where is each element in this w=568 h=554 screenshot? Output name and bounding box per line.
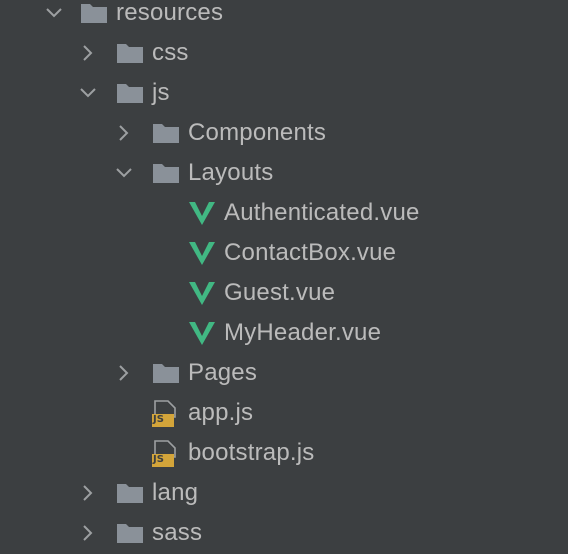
folder-icon (116, 520, 144, 546)
vue-file-icon (188, 320, 216, 346)
tree-node-label: Components (188, 119, 327, 146)
vue-file-icon (188, 280, 216, 306)
chevron-down-icon[interactable] (44, 3, 64, 23)
tree-node-components[interactable]: Components (0, 113, 568, 153)
tree-node-label: lang (152, 479, 199, 506)
chevron-right-icon[interactable] (78, 43, 98, 63)
chevron-down-icon[interactable] (114, 163, 134, 183)
tree-node-label: ContactBox.vue (224, 239, 397, 266)
js-badge-text: JS (153, 454, 164, 465)
tree-node-contactbox-vue[interactable]: ContactBox.vue (0, 233, 568, 273)
tree-node-label: Pages (188, 359, 258, 386)
tree-node-label: app.js (188, 399, 254, 426)
folder-icon (116, 40, 144, 66)
tree-node-label: resources (116, 0, 224, 26)
project-tree: resources css js Components Layouts Auth… (0, 0, 568, 554)
tree-node-myheader-vue[interactable]: MyHeader.vue (0, 313, 568, 353)
tree-node-bootstrap-js[interactable]: JS bootstrap.js (0, 433, 568, 473)
js-badge-text: JS (153, 414, 164, 425)
folder-icon (80, 0, 108, 26)
tree-node-js[interactable]: js (0, 73, 568, 113)
tree-node-label: Authenticated.vue (224, 199, 420, 226)
tree-node-css[interactable]: css (0, 33, 568, 73)
vue-file-icon (188, 200, 216, 226)
tree-node-app-js[interactable]: JS app.js (0, 393, 568, 433)
tree-node-pages[interactable]: Pages (0, 353, 568, 393)
folder-icon (116, 480, 144, 506)
folder-icon (152, 160, 180, 186)
tree-node-label: sass (152, 519, 203, 546)
folder-icon (152, 120, 180, 146)
tree-node-label: Guest.vue (224, 279, 336, 306)
tree-node-label: MyHeader.vue (224, 319, 382, 346)
chevron-right-icon[interactable] (114, 123, 134, 143)
js-file-icon: JS (151, 400, 179, 427)
tree-node-sass[interactable]: sass (0, 513, 568, 553)
chevron-down-icon[interactable] (78, 83, 98, 103)
chevron-right-icon[interactable] (114, 363, 134, 383)
tree-node-label: js (152, 79, 170, 106)
chevron-right-icon[interactable] (78, 523, 98, 543)
vue-file-icon (188, 240, 216, 266)
tree-node-label: bootstrap.js (188, 439, 315, 466)
tree-node-label: css (152, 39, 189, 66)
folder-icon (152, 360, 180, 386)
chevron-right-icon[interactable] (78, 483, 98, 503)
folder-icon (116, 80, 144, 106)
tree-node-resources[interactable]: resources (0, 0, 568, 33)
tree-node-lang[interactable]: lang (0, 473, 568, 513)
tree-node-label: Layouts (188, 159, 274, 186)
tree-node-layouts[interactable]: Layouts (0, 153, 568, 193)
tree-node-guest-vue[interactable]: Guest.vue (0, 273, 568, 313)
tree-node-authenticated-vue[interactable]: Authenticated.vue (0, 193, 568, 233)
js-file-icon: JS (151, 440, 179, 467)
